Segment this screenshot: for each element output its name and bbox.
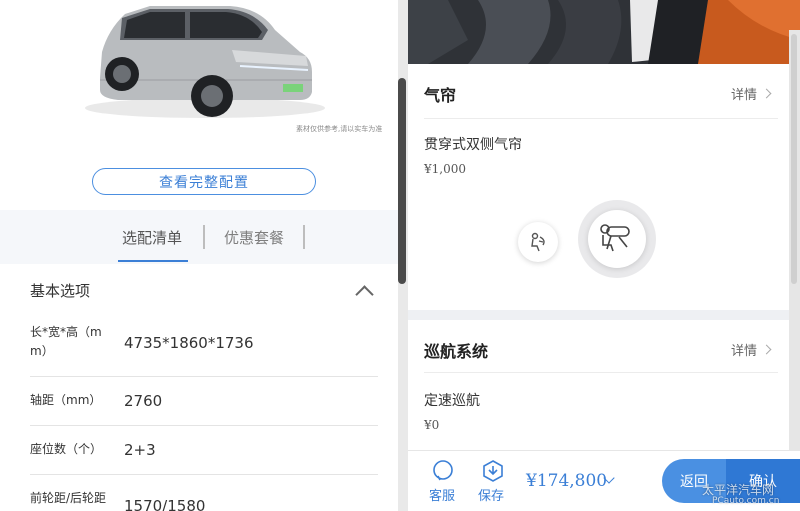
total-price[interactable]: ¥174,800 — [526, 471, 607, 491]
customer-service-button[interactable]: 客服 — [429, 485, 455, 504]
card-title: 气帘 — [424, 86, 457, 105]
option-name[interactable]: 定速巡航 — [424, 390, 480, 410]
details-link[interactable]: 详情 — [731, 84, 772, 103]
tab-separator — [203, 225, 205, 249]
config-list-panel: 素材仅供参考,请以实车为准 查看完整配置 选配清单 优惠套餐 基本选项 长*宽*… — [0, 0, 398, 511]
image-disclaimer: 素材仅供参考,请以实车为准 — [296, 125, 383, 133]
details-link[interactable]: 详情 — [731, 340, 772, 359]
save-download-icon[interactable] — [481, 459, 505, 483]
card-title: 巡航系统 — [424, 342, 489, 361]
customer-service-icon[interactable] — [431, 459, 455, 483]
section-title-basic: 基本选项 — [30, 282, 91, 300]
view-full-config-button[interactable]: 查看完整配置 — [92, 168, 316, 195]
divider — [30, 425, 378, 426]
option-price: ¥0 — [424, 418, 440, 432]
spec-label: 长*宽*高（m m） — [30, 325, 102, 358]
cruise-card: 巡航系统 详情 定速巡航 ¥0 — [408, 320, 790, 450]
chevron-right-icon — [761, 88, 772, 99]
divider — [424, 372, 778, 373]
watermark-sub: PCauto.com.cn — [712, 496, 780, 506]
divider — [424, 118, 778, 119]
spec-label: 前轮距/后轮距 — [30, 491, 107, 505]
spec-label: 轴距（mm） — [30, 393, 102, 407]
tab-option-list[interactable]: 选配清单 — [122, 227, 182, 248]
airbag-passenger-icon[interactable] — [518, 222, 558, 262]
car-interior-image — [408, 0, 800, 64]
active-tab-indicator — [118, 260, 188, 262]
divider — [30, 376, 378, 377]
divider — [30, 474, 378, 475]
tab-discount-package[interactable]: 优惠套餐 — [224, 227, 284, 248]
tabs-bar — [0, 210, 398, 264]
interior-illustration — [408, 0, 800, 64]
curtain-airbag-icon[interactable] — [588, 210, 646, 268]
spec-label: 座位数（个） — [30, 442, 103, 456]
suv-illustration — [85, 6, 325, 118]
tab-separator — [303, 225, 305, 249]
spec-value: 1570/1580 — [124, 497, 206, 511]
save-button[interactable]: 保存 — [478, 485, 504, 504]
spec-value: 2760 — [124, 392, 163, 410]
spec-value: 2+3 — [124, 441, 156, 459]
right-scrollbar-thumb[interactable] — [791, 34, 797, 284]
chevron-right-icon — [761, 344, 772, 355]
option-detail-panel: 气帘 详情 贯穿式双侧气帘 ¥1,000 巡航系统 详情 定速巡航 ¥0 客服 … — [408, 0, 800, 511]
chevron-up-icon[interactable] — [355, 285, 374, 304]
option-name[interactable]: 贯穿式双侧气帘 — [424, 134, 522, 154]
option-price: ¥1,000 — [424, 162, 466, 176]
left-scrollbar-thumb[interactable] — [398, 78, 406, 284]
airbag-card: 气帘 详情 贯穿式双侧气帘 ¥1,000 — [408, 64, 790, 310]
spec-value: 4735*1860*1736 — [124, 334, 254, 352]
car-image: 素材仅供参考,请以实车为准 — [0, 0, 398, 140]
